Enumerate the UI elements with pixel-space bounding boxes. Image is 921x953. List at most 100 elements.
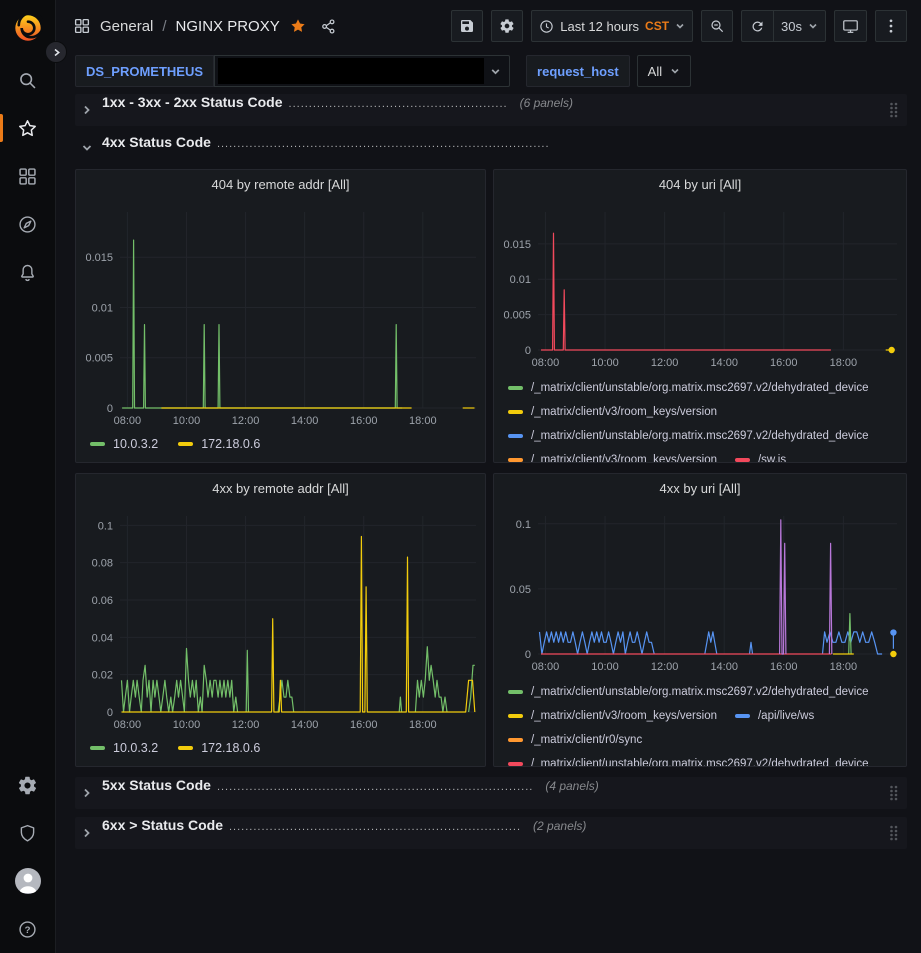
row-header-4xx[interactable]: 4xx Status Code ........................… xyxy=(75,134,907,162)
dashboard-title[interactable]: NGINX PROXY xyxy=(176,18,280,35)
panel-header[interactable]: 404 by remote addr [All] xyxy=(76,170,485,198)
refresh-interval-label: 30s xyxy=(781,19,802,34)
svg-text:0.015: 0.015 xyxy=(503,239,531,251)
svg-text:?: ? xyxy=(25,925,31,936)
variable-value-dropdown[interactable] xyxy=(214,55,510,87)
legend-row: /_matrix/client/unstable/org.matrix.msc2… xyxy=(508,424,902,448)
sidebar-item-explore[interactable] xyxy=(0,200,55,248)
more-options-button[interactable] xyxy=(875,10,907,42)
apps-icon xyxy=(73,17,91,35)
row-panel-count: (6 panels) xyxy=(520,96,573,110)
refresh-icon xyxy=(750,19,765,34)
active-indicator xyxy=(0,114,3,142)
legend-item[interactable]: /api/live/ws xyxy=(735,710,814,722)
variable-label-ds-prometheus: DS_PROMETHEUS xyxy=(75,55,214,87)
row-drag-handle[interactable] xyxy=(888,825,899,842)
dashboard-settings-button[interactable] xyxy=(491,10,523,42)
svg-text:18:00: 18:00 xyxy=(409,719,437,731)
legend-item[interactable]: 10.0.3.2 xyxy=(90,741,158,755)
svg-text:0.02: 0.02 xyxy=(92,670,113,682)
legend-label: 10.0.3.2 xyxy=(113,741,158,755)
row-title: 4xx Status Code xyxy=(102,134,211,150)
legend-label: /_matrix/client/v3/room_keys/version xyxy=(531,710,717,722)
svg-text:16:00: 16:00 xyxy=(350,415,378,427)
row-header-1xx-3xx-2xx[interactable]: 1xx - 3xx - 2xx Status Code ............… xyxy=(75,94,907,126)
shield-icon xyxy=(17,823,38,844)
legend-label: 10.0.3.2 xyxy=(113,437,158,451)
legend-label: /sw.js xyxy=(758,454,786,462)
chart-404-by-uri[interactable]: 08:0010:0012:0014:0016:0018:0000.0050.01… xyxy=(494,198,906,374)
tv-mode-button[interactable] xyxy=(834,10,867,42)
zoom-out-button[interactable] xyxy=(701,10,733,42)
sidebar-item-search[interactable] xyxy=(0,56,55,104)
legend-swatch xyxy=(508,714,523,718)
svg-text:18:00: 18:00 xyxy=(409,415,437,427)
chart-4xx-by-remote-addr[interactable]: 08:0010:0012:0014:0016:0018:0000.020.040… xyxy=(76,502,485,736)
sidebar-item-configuration[interactable] xyxy=(0,761,55,809)
legend: 10.0.3.2 172.18.0.6 xyxy=(76,736,485,766)
breadcrumb-separator: / xyxy=(162,18,166,35)
svg-text:0: 0 xyxy=(107,707,113,719)
legend-item[interactable]: 172.18.0.6 xyxy=(178,437,260,451)
legend-label: /api/live/ws xyxy=(758,710,814,722)
row-drag-handle[interactable] xyxy=(888,102,899,119)
sidebar-item-starred[interactable] xyxy=(0,104,55,152)
panel-header[interactable]: 404 by uri [All] xyxy=(494,170,906,198)
breadcrumb-section[interactable]: General xyxy=(100,18,153,35)
grafana-logo-icon xyxy=(13,13,43,43)
legend-item[interactable]: /_matrix/client/v3/room_keys/version xyxy=(508,710,717,722)
legend-item[interactable]: /_matrix/client/v3/room_keys/version xyxy=(508,406,717,418)
svg-text:0.015: 0.015 xyxy=(85,252,113,264)
expand-sidebar-button[interactable] xyxy=(45,41,67,63)
legend-label: /_matrix/client/v3/room_keys/version xyxy=(531,406,717,418)
chart-404-by-remote-addr[interactable]: 08:0010:0012:0014:0016:0018:0000.0050.01… xyxy=(76,198,485,432)
refresh-button[interactable] xyxy=(741,10,773,42)
sidebar-item-dashboards[interactable] xyxy=(0,152,55,200)
grip-dots-icon xyxy=(888,825,899,842)
time-picker-button[interactable]: Last 12 hours CST xyxy=(531,10,693,42)
svg-text:10:00: 10:00 xyxy=(591,357,619,369)
sidebar-item-alerting[interactable] xyxy=(0,248,55,296)
legend-swatch xyxy=(735,458,750,462)
sidebar-item-profile[interactable] xyxy=(0,857,55,905)
row-drag-handle[interactable] xyxy=(888,785,899,802)
panel-header[interactable]: 4xx by remote addr [All] xyxy=(76,474,485,502)
legend-item[interactable]: /_matrix/client/v3/room_keys/version xyxy=(508,454,717,462)
panel-header[interactable]: 4xx by uri [All] xyxy=(494,474,906,502)
legend-item[interactable]: /_matrix/client/unstable/org.matrix.msc2… xyxy=(508,382,869,394)
svg-text:18:00: 18:00 xyxy=(830,661,858,673)
svg-text:08:00: 08:00 xyxy=(114,415,142,427)
refresh-interval-button[interactable]: 30s xyxy=(773,10,826,42)
sidebar-item-help[interactable]: ? xyxy=(0,905,55,953)
share-icon[interactable] xyxy=(320,18,337,35)
gear-icon xyxy=(17,775,38,796)
legend-item[interactable]: 10.0.3.2 xyxy=(90,437,158,451)
legend-item[interactable]: /_matrix/client/unstable/org.matrix.msc2… xyxy=(508,758,869,766)
row-title: 6xx > Status Code xyxy=(102,817,223,833)
svg-text:14:00: 14:00 xyxy=(291,719,319,731)
save-dashboard-button[interactable] xyxy=(451,10,483,42)
row-header-5xx[interactable]: 5xx Status Code ........................… xyxy=(75,777,907,809)
panel-grid-row-2: 4xx by remote addr [All] 08:0010:0012:00… xyxy=(75,473,907,767)
chevron-down-icon xyxy=(490,66,501,77)
apps-icon xyxy=(17,166,38,187)
svg-text:10:00: 10:00 xyxy=(173,719,201,731)
chart-4xx-by-uri[interactable]: 08:0010:0012:0014:0016:0018:0000.050.1 xyxy=(494,502,906,678)
row-header-6xx[interactable]: 6xx > Status Code ......................… xyxy=(75,817,907,849)
svg-text:12:00: 12:00 xyxy=(232,415,260,427)
chevron-right-icon xyxy=(52,48,61,57)
sidebar-item-server-admin[interactable] xyxy=(0,809,55,857)
favorite-star-icon[interactable] xyxy=(289,17,307,35)
svg-text:18:00: 18:00 xyxy=(830,357,858,369)
variable-value-all[interactable]: All xyxy=(637,55,691,87)
legend-item[interactable]: 172.18.0.6 xyxy=(178,741,260,755)
help-icon: ? xyxy=(17,919,38,940)
svg-text:0.005: 0.005 xyxy=(85,353,113,365)
legend-item[interactable]: /sw.js xyxy=(735,454,786,462)
svg-text:0.05: 0.05 xyxy=(510,584,531,596)
chevron-right-icon xyxy=(81,104,93,116)
legend-item[interactable]: /_matrix/client/r0/sync xyxy=(508,734,642,746)
legend-label: /_matrix/client/unstable/org.matrix.msc2… xyxy=(531,686,869,698)
legend-item[interactable]: /_matrix/client/unstable/org.matrix.msc2… xyxy=(508,430,869,442)
legend-item[interactable]: /_matrix/client/unstable/org.matrix.msc2… xyxy=(508,686,869,698)
